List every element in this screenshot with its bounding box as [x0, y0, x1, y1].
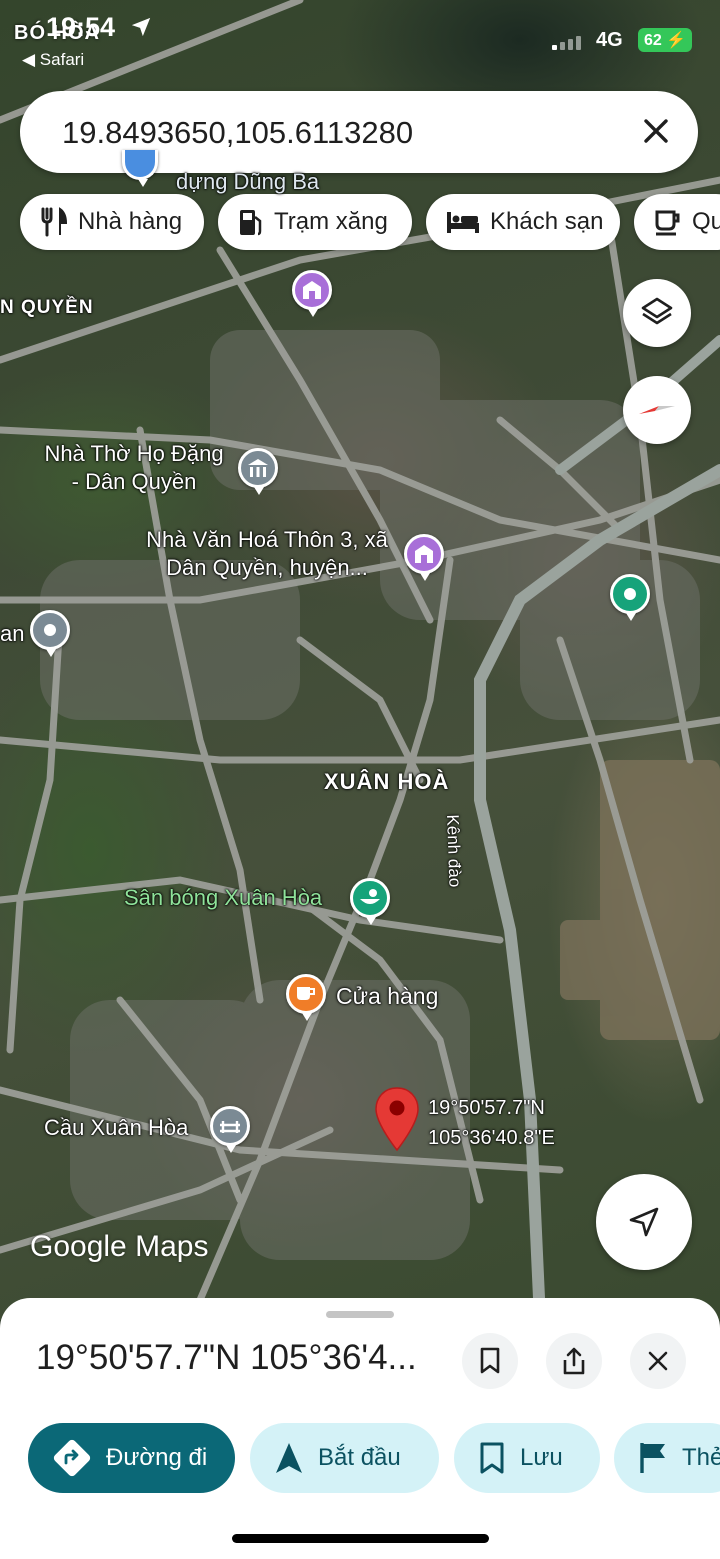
- pin-label-lon: 105°36'40.8"E: [428, 1127, 555, 1149]
- share-icon: [563, 1347, 585, 1375]
- culture-label-line1: Nhà Văn Hoá Thôn 3, xã: [146, 527, 388, 552]
- directions-icon: [53, 1439, 91, 1477]
- label-button-label: Thẻ: [682, 1444, 720, 1471]
- layers-icon: [641, 297, 673, 325]
- poi-marker-stadium[interactable]: [350, 878, 390, 925]
- church-icon: [248, 459, 268, 477]
- dot-icon: [44, 624, 56, 636]
- chip-label: Khách sạn: [490, 208, 604, 235]
- chip-gas-stations[interactable]: Trạm xăng: [218, 194, 412, 250]
- compass-button[interactable]: [623, 376, 691, 444]
- save-button[interactable]: Lưu: [454, 1423, 600, 1493]
- place-title: 19°50'57.7"N 105°36'4...: [36, 1338, 417, 1377]
- civic-building-icon: [415, 545, 433, 563]
- save-label: Lưu: [520, 1444, 563, 1471]
- civic-building-icon: [303, 281, 321, 299]
- flag-icon: [640, 1443, 665, 1473]
- map-label-bridge: Cầu Xuân Hòa: [44, 1115, 189, 1140]
- network-type: 4G: [596, 29, 623, 51]
- chip-label: Qu: [692, 208, 720, 235]
- bed-icon: [447, 212, 479, 233]
- status-time: 19:54: [46, 12, 116, 42]
- map-label-left-partial: an: [0, 621, 25, 646]
- dot-icon: [624, 588, 636, 600]
- poi-marker-bridge[interactable]: [210, 1106, 250, 1153]
- pin-label-lat: 19°50'57.7"N: [428, 1097, 545, 1119]
- location-arrow-icon: [131, 17, 151, 37]
- signal-icon: [552, 36, 581, 50]
- sheet-drag-handle[interactable]: [326, 1311, 394, 1318]
- poi-marker-green-right[interactable]: [610, 574, 650, 621]
- culture-label-line2: Dân Quyền, huyện...: [166, 555, 368, 580]
- poi-marker-gray-left[interactable]: [30, 610, 70, 657]
- poi-marker-shop[interactable]: [286, 974, 326, 1021]
- bookmark-icon: [480, 1347, 500, 1374]
- map-label-culture-house: Nhà Văn Hoá Thôn 3, xã Dân Quyền, huyện.…: [138, 526, 396, 582]
- back-to-safari-link[interactable]: ◀ Safari: [22, 50, 84, 70]
- home-indicator[interactable]: [232, 1534, 489, 1543]
- fork-knife-icon: [41, 207, 68, 237]
- map-label-shop: Cửa hàng: [336, 983, 439, 1009]
- close-icon: [648, 1351, 668, 1371]
- search-input[interactable]: 19.8493650,105.6113280: [62, 115, 413, 151]
- label-button[interactable]: Thẻ: [614, 1423, 720, 1493]
- google-maps-logo: Google Maps: [30, 1230, 208, 1264]
- directions-button[interactable]: Đường đi: [28, 1423, 235, 1493]
- map-label-village: XUÂN HOÀ: [324, 769, 450, 794]
- bridge-icon: [220, 1121, 240, 1133]
- navigation-arrow-icon: [629, 1207, 659, 1237]
- bookmark-icon: [480, 1442, 504, 1474]
- map-label-canal: Kênh đào: [443, 814, 465, 888]
- logo-maps-text: Maps: [135, 1230, 209, 1263]
- map-view[interactable]: BÓ HÒA 19:54 ◀ Safari 4G 62 ⚡ 19.8493650…: [0, 0, 720, 1320]
- chip-label: Nhà hàng: [78, 208, 183, 235]
- map-label-area: N QUYỀN: [0, 297, 94, 318]
- battery-indicator: 62 ⚡: [638, 28, 693, 52]
- navigation-arrow-icon: [276, 1443, 302, 1473]
- map-label-church: Nhà Thờ Họ Đặng - Dân Quyền: [36, 440, 232, 496]
- chip-hotels[interactable]: Khách sạn: [426, 194, 620, 250]
- battery-level: 62: [644, 32, 662, 49]
- status-bar: BÓ HÒA 19:54 ◀ Safari 4G 62 ⚡: [0, 0, 720, 80]
- directions-label: Đường đi: [106, 1444, 208, 1471]
- chip-coffee[interactable]: Qu: [634, 194, 720, 250]
- compass-icon: [639, 406, 675, 414]
- place-sheet[interactable]: 19°50'57.7"N 105°36'4... Đường đi Bắt đầ…: [0, 1298, 720, 1559]
- coffee-cup-icon: [655, 210, 680, 236]
- logo-google-text: Google: [30, 1230, 127, 1263]
- church-label-line1: Nhà Thờ Họ Đặng: [44, 441, 224, 466]
- poi-marker-church[interactable]: [238, 448, 278, 495]
- chip-label: Trạm xăng: [274, 208, 388, 235]
- share-button[interactable]: [546, 1333, 602, 1389]
- my-location-button[interactable]: [596, 1174, 692, 1270]
- coffee-cup-icon: [297, 987, 315, 1000]
- start-label: Bắt đầu: [318, 1444, 401, 1471]
- save-icon-button[interactable]: [462, 1333, 518, 1389]
- close-sheet-button[interactable]: [630, 1333, 686, 1389]
- gas-station-icon: [240, 210, 262, 236]
- sports-icon: [360, 889, 380, 904]
- map-label-top-partial: dựng Dũng Ba: [176, 169, 320, 194]
- chip-restaurants[interactable]: Nhà hàng: [20, 194, 204, 250]
- close-icon[interactable]: [638, 113, 674, 149]
- dropped-pin-icon[interactable]: [374, 1086, 420, 1152]
- church-label-line2: - Dân Quyền: [71, 469, 197, 494]
- start-button[interactable]: Bắt đầu: [250, 1423, 439, 1493]
- poi-marker-culture-house[interactable]: [404, 534, 444, 581]
- poi-marker-purple-top[interactable]: [292, 270, 332, 317]
- category-chips: Nhà hàng Trạm xăng Khách sạn Qu: [0, 194, 720, 252]
- map-label-stadium: Sân bóng Xuân Hòa: [124, 885, 323, 910]
- layers-button[interactable]: [623, 279, 691, 347]
